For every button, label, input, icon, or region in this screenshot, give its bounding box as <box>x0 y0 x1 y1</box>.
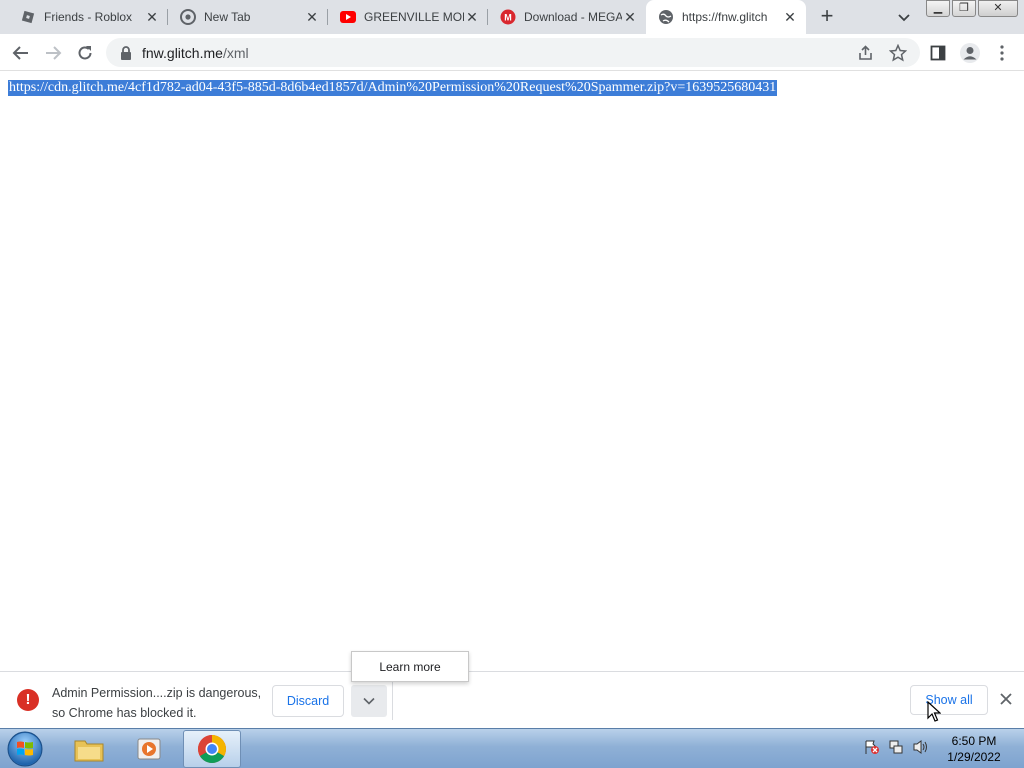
warning-line-2: so Chrome has blocked it. <box>52 706 197 720</box>
forward-arrow-icon[interactable] <box>41 41 65 65</box>
window-controls: ▁ ❐ ✕ <box>926 0 1018 17</box>
tab-youtube[interactable]: GREENVILLE MON ✕ <box>328 0 488 34</box>
windows-taskbar: 6:50 PM 1/29/2022 <box>0 728 1024 768</box>
globe-icon <box>658 9 674 25</box>
taskbar-chrome[interactable] <box>183 730 241 768</box>
taskbar-file-explorer[interactable] <box>60 730 118 768</box>
learn-more-menu-item[interactable]: Learn more <box>351 651 469 682</box>
back-arrow-icon[interactable] <box>9 41 33 65</box>
address-bar[interactable]: fnw.glitch.me/xml <box>106 38 920 67</box>
mega-icon: M <box>500 9 516 25</box>
tab-new-tab[interactable]: New Tab ✕ <box>168 0 328 34</box>
divider <box>392 682 393 720</box>
close-icon[interactable]: ✕ <box>144 9 160 25</box>
tab-search-chevron-icon[interactable] <box>894 7 914 27</box>
window-close-button[interactable]: ✕ <box>978 0 1018 17</box>
windows-logo-icon <box>7 731 43 767</box>
tab-title: GREENVILLE MON <box>364 10 464 24</box>
lock-icon[interactable] <box>118 45 134 61</box>
tab-mega[interactable]: M Download - MEGA ✕ <box>488 0 646 34</box>
tab-title: New Tab <box>204 10 251 24</box>
restore-button[interactable]: ❐ <box>952 0 976 17</box>
side-panel-icon[interactable] <box>926 41 950 65</box>
download-shelf: ! Admin Permission....zip is dangerous, … <box>0 671 1024 728</box>
close-icon[interactable]: ✕ <box>622 9 638 25</box>
bookmark-star-icon[interactable] <box>886 41 910 65</box>
volume-icon[interactable] <box>912 739 930 760</box>
url-path: /xml <box>222 44 249 61</box>
tab-title: https://fnw.glitch <box>682 10 768 24</box>
taskbar-media-player[interactable] <box>121 730 179 768</box>
tab-roblox[interactable]: Friends - Roblox ✕ <box>8 0 168 34</box>
selected-url-text[interactable]: https://cdn.glitch.me/4cf1d782-ad04-43f5… <box>8 80 778 96</box>
download-warning-text: Admin Permission....zip is dangerous, so… <box>52 683 261 723</box>
media-player-icon <box>137 738 161 760</box>
menu-kebab-icon[interactable] <box>990 41 1014 65</box>
warning-line-1: Admin Permission....zip is dangerous, <box>52 686 262 700</box>
tab-strip: Friends - Roblox ✕ New Tab ✕ GREENVILLE … <box>0 0 1024 34</box>
roblox-icon <box>20 9 36 25</box>
close-download-bar-icon[interactable] <box>996 689 1016 709</box>
close-icon[interactable]: ✕ <box>464 9 480 25</box>
share-icon[interactable] <box>854 41 878 65</box>
url-domain: fnw.glitch.me <box>142 44 223 61</box>
url-text: fnw.glitch.me/xml <box>142 45 249 61</box>
close-icon[interactable]: ✕ <box>782 9 798 25</box>
tab-glitch[interactable]: https://fnw.glitch ✕ <box>646 0 806 34</box>
tab-title: Download - MEGA <box>524 10 622 24</box>
mouse-pointer-icon <box>927 700 942 723</box>
minimize-button[interactable]: ▁ <box>926 0 950 17</box>
clock-time: 6:50 PM <box>951 734 997 748</box>
clock-date: 1/29/2022 <box>947 750 1001 764</box>
youtube-icon <box>340 9 356 25</box>
close-icon[interactable]: ✕ <box>304 9 320 25</box>
reload-icon[interactable] <box>73 41 97 65</box>
page-content: https://cdn.glitch.me/4cf1d782-ad04-43f5… <box>0 71 1024 671</box>
start-button[interactable] <box>5 730 45 768</box>
browser-toolbar: fnw.glitch.me/xml <box>0 34 1024 71</box>
system-clock[interactable]: 6:50 PM 1/29/2022 <box>940 733 1008 765</box>
discard-button[interactable]: Discard <box>272 685 344 717</box>
danger-warning-icon: ! <box>17 689 39 711</box>
network-icon[interactable] <box>888 739 904 760</box>
show-all-button[interactable]: Show all <box>910 685 988 715</box>
folder-icon <box>74 740 104 762</box>
profile-avatar-icon[interactable] <box>958 41 982 65</box>
download-options-chevron-icon[interactable] <box>351 685 387 717</box>
action-center-flag-icon[interactable] <box>864 739 880 760</box>
chrome-icon <box>198 735 226 763</box>
tab-title: Friends - Roblox <box>44 10 133 24</box>
chrome-icon <box>180 9 196 25</box>
system-tray <box>864 739 930 760</box>
new-tab-button[interactable]: + <box>815 5 839 29</box>
svg-text:M: M <box>504 13 512 23</box>
